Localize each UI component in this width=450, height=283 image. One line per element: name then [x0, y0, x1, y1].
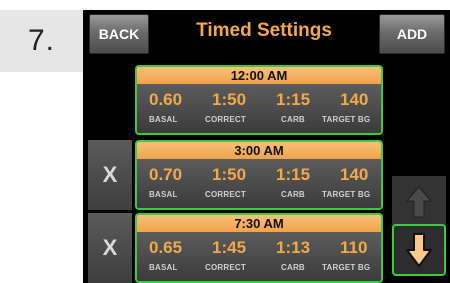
arrow-down-icon [406, 233, 432, 267]
carb-label: CARB [281, 115, 305, 124]
page-title: Timed Settings [196, 20, 332, 41]
entry-time: 7:30 AM [137, 215, 381, 232]
timed-setting-card[interactable]: 12:00 AM 0.60 1:50 1:15 140 BASAL CORREC… [135, 65, 383, 135]
basal-value: 0.70 [149, 165, 183, 184]
delete-entry-button[interactable]: X [88, 213, 132, 283]
entry-time: 3:00 AM [137, 142, 381, 159]
scroll-up-button[interactable] [392, 176, 446, 228]
target-bg-value: 140 [340, 90, 369, 109]
basal-label: BASAL [149, 263, 178, 272]
top-bar: BACK Timed Settings ADD [83, 10, 450, 58]
correct-label: CORRECT [205, 190, 246, 199]
entry-values: 0.70 1:50 1:15 140 BASAL CORRECT CARB TA… [137, 159, 381, 208]
basal-value: 0.65 [149, 238, 183, 257]
add-button[interactable]: ADD [379, 14, 445, 54]
basal-label: BASAL [149, 190, 178, 199]
device-screen: BACK Timed Settings ADD 12:00 AM 0.60 1:… [83, 10, 450, 283]
target-bg-label: TARGET BG [322, 263, 371, 272]
arrow-up-icon [406, 186, 432, 218]
entry-time: 12:00 AM [137, 67, 381, 84]
entry-values: 0.65 1:45 1:13 110 BASAL CORRECT CARB TA… [137, 232, 381, 281]
target-bg-value: 110 [340, 238, 368, 257]
carb-value: 1:15 [276, 165, 311, 184]
target-bg-value: 140 [340, 165, 369, 184]
correct-value: 1:45 [212, 238, 247, 257]
carb-value: 1:13 [276, 238, 311, 257]
target-bg-label: TARGET BG [322, 115, 371, 124]
correct-label: CORRECT [205, 263, 246, 272]
scroll-down-button[interactable] [392, 224, 446, 276]
timed-setting-card[interactable]: 3:00 AM 0.70 1:50 1:15 140 BASAL CORRECT… [135, 140, 383, 210]
carb-label: CARB [281, 190, 305, 199]
step-number: 7. [27, 24, 56, 57]
basal-label: BASAL [149, 115, 178, 124]
step-number-badge: 7. [0, 10, 83, 72]
timed-setting-card[interactable]: 7:30 AM 0.65 1:45 1:13 110 BASAL CORRECT… [135, 213, 383, 283]
back-button[interactable]: BACK [89, 14, 149, 54]
correct-value: 1:50 [212, 165, 247, 184]
basal-value: 0.60 [149, 90, 183, 109]
correct-value: 1:50 [212, 90, 247, 109]
carb-value: 1:15 [276, 90, 311, 109]
carb-label: CARB [281, 263, 305, 272]
entry-values: 0.60 1:50 1:15 140 BASAL CORRECT CARB TA… [137, 84, 381, 133]
target-bg-label: TARGET BG [322, 190, 371, 199]
delete-entry-button[interactable]: X [88, 140, 132, 210]
correct-label: CORRECT [205, 115, 246, 124]
